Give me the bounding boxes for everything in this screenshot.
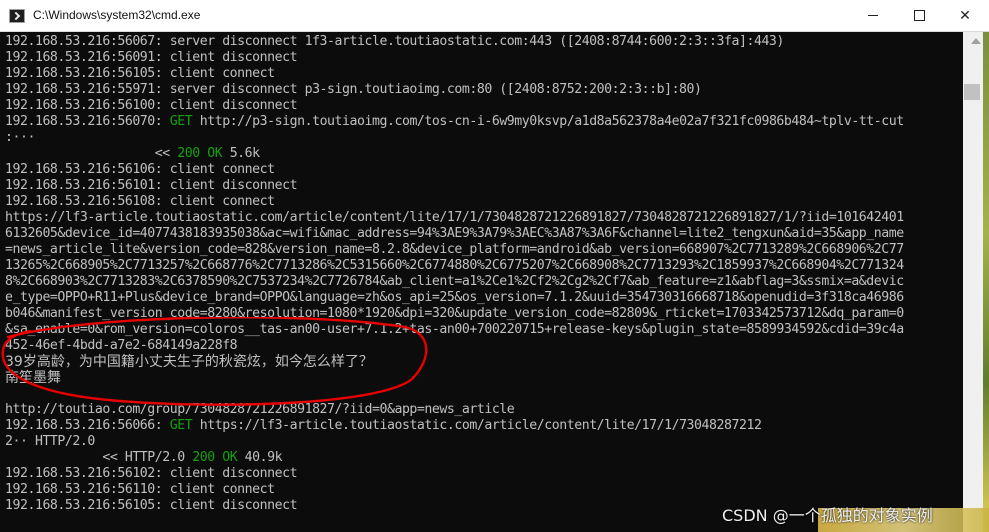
console-line: http://toutiao.com/group/730482872122689… xyxy=(5,402,904,418)
console-line: 南笙墨舞 xyxy=(5,370,904,386)
line-text: &sa_enable=0&rom_version=coloros__tas-an… xyxy=(5,322,904,337)
console-line: 192.168.53.216:56108: client connect xyxy=(5,194,904,210)
console-line: 452-46ef-4bdd-a7e2-684149a228f8 xyxy=(5,338,904,354)
console-line: 192.168.53.216:56066: GET https://lf3-ar… xyxy=(5,418,904,434)
line-text: 6132605&device_id=4077438183935038&ac=wi… xyxy=(5,226,904,241)
console-line: :··· xyxy=(5,130,904,146)
console-line: << HTTP/2.0 200 OK 40.9k xyxy=(5,450,904,466)
line-text: 192.168.53.216:56100: client disconnect xyxy=(5,98,298,113)
console-line: 2·· HTTP/2.0 xyxy=(5,434,904,450)
console-line: 192.168.53.216:56106: client connect xyxy=(5,162,904,178)
minimize-button[interactable] xyxy=(850,0,896,31)
line-text: << HTTP/2.0 xyxy=(5,450,193,465)
line-text: e_type=OPPO+R11+Plus&device_brand=OPPO&l… xyxy=(5,290,904,305)
console-line: =news_article_lite&version_code=828&vers… xyxy=(5,242,904,258)
console-line: &sa_enable=0&rom_version=coloros__tas-an… xyxy=(5,322,904,338)
title-bar[interactable]: C:\Windows\system32\cmd.exe ✕ xyxy=(0,0,989,32)
line-text: 192.168.53.216:56101: client disconnect xyxy=(5,178,298,193)
line-text: 192.168.53.216:56106: client connect xyxy=(5,162,275,177)
line-text: 192.168.53.216:56067: server disconnect … xyxy=(5,34,784,49)
console-line: 8%2C668903%2C7713283%2C6378590%2C7537234… xyxy=(5,274,904,290)
console-lines: 192.168.53.216:56067: server disconnect … xyxy=(5,34,904,514)
console-output[interactable]: 192.168.53.216:56067: server disconnect … xyxy=(0,32,963,532)
close-icon: ✕ xyxy=(959,7,971,24)
line-text: << xyxy=(5,146,178,161)
line-text: 192.168.53.216:56105: client disconnect xyxy=(5,498,298,513)
console-line: 6132605&device_id=4077438183935038&ac=wi… xyxy=(5,226,904,242)
csdn-watermark: CSDN @一个孤独的对象实例 xyxy=(722,506,933,525)
minimize-icon xyxy=(868,15,878,16)
line-text: http://p3-sign.toutiaoimg.com/tos-cn-i-6… xyxy=(192,114,904,129)
console-line: 192.168.53.216:56105: client connect xyxy=(5,66,904,82)
window-title: C:\Windows\system32\cmd.exe xyxy=(33,8,201,22)
cmd-icon xyxy=(9,9,25,23)
http-status: 200 OK xyxy=(192,450,238,465)
console-line: 192.168.53.216:56101: client disconnect xyxy=(5,178,904,194)
console-line: 192.168.53.216:56067: server disconnect … xyxy=(5,34,904,50)
console-line: b046&manifest_version_code=8280&resoluti… xyxy=(5,306,904,322)
line-text: 南笙墨舞 xyxy=(5,370,61,386)
line-text: https://lf3-article.toutiaostatic.com/ar… xyxy=(192,418,762,433)
console-line: 192.168.53.216:56070: GET http://p3-sign… xyxy=(5,114,904,130)
response-size: 5.6k xyxy=(222,146,260,161)
line-text: 192.168.53.216:56102: client disconnect xyxy=(5,466,298,481)
console-line: 192.168.53.216:56102: client disconnect xyxy=(5,466,904,482)
scroll-up-arrow-icon[interactable] xyxy=(963,32,983,49)
line-text: :··· xyxy=(5,130,35,145)
line-text: 2·· HTTP/2.0 xyxy=(5,434,95,449)
console-line: << 200 OK 5.6k xyxy=(5,146,904,162)
console-line: 192.168.53.216:56100: client disconnect xyxy=(5,98,904,114)
http-method: GET xyxy=(169,418,193,433)
console-line: 39岁高龄，为中国籍小丈夫生子的秋瓷炫，如今怎么样了？ xyxy=(5,354,904,370)
maximize-icon xyxy=(913,10,925,21)
line-text: 13265%2C668905%2C7713257%2C668776%2C7713… xyxy=(5,258,904,273)
console-line: 192.168.53.216:55971: server disconnect … xyxy=(5,82,904,98)
line-text: 192.168.53.216:56091: client disconnect xyxy=(5,50,298,65)
maximize-button[interactable] xyxy=(896,0,942,31)
vertical-scrollbar[interactable] xyxy=(963,32,983,532)
close-button[interactable]: ✕ xyxy=(942,0,988,31)
line-text: https://lf3-article.toutiaostatic.com/ar… xyxy=(5,210,904,225)
console-line: e_type=OPPO+R11+Plus&device_brand=OPPO&l… xyxy=(5,290,904,306)
line-text: 8%2C668903%2C7713283%2C6378590%2C7537234… xyxy=(5,274,904,289)
response-size: 40.9k xyxy=(237,450,283,465)
line-text: 192.168.53.216:56108: client connect xyxy=(5,194,275,209)
http-method: GET xyxy=(169,114,193,129)
line-text: http://toutiao.com/group/730482872122689… xyxy=(5,402,515,417)
line-text: 452-46ef-4bdd-a7e2-684149a228f8 xyxy=(5,338,238,353)
console-line: 192.168.53.216:56091: client disconnect xyxy=(5,50,904,66)
http-status: 200 OK xyxy=(177,146,223,161)
scroll-thumb[interactable] xyxy=(964,84,980,100)
console-line: 13265%2C668905%2C7713257%2C668776%2C7713… xyxy=(5,258,904,274)
line-text: 192.168.53.216:55971: server disconnect … xyxy=(5,82,702,97)
line-text: 192.168.53.216:56105: client connect xyxy=(5,66,275,81)
line-prefix: 192.168.53.216:56070: xyxy=(5,114,170,129)
line-text: 192.168.53.216:56110: client connect xyxy=(5,482,275,497)
line-text: 39岁高龄，为中国籍小丈夫生子的秋瓷炫，如今怎么样了？ xyxy=(5,354,373,370)
console-line: https://lf3-article.toutiaostatic.com/ar… xyxy=(5,210,904,226)
line-text: =news_article_lite&version_code=828&vers… xyxy=(5,242,904,257)
line-text: b046&manifest_version_code=8280&resoluti… xyxy=(5,306,904,321)
console-line: 192.168.53.216:56110: client connect xyxy=(5,482,904,498)
line-prefix: 192.168.53.216:56066: xyxy=(5,418,170,433)
